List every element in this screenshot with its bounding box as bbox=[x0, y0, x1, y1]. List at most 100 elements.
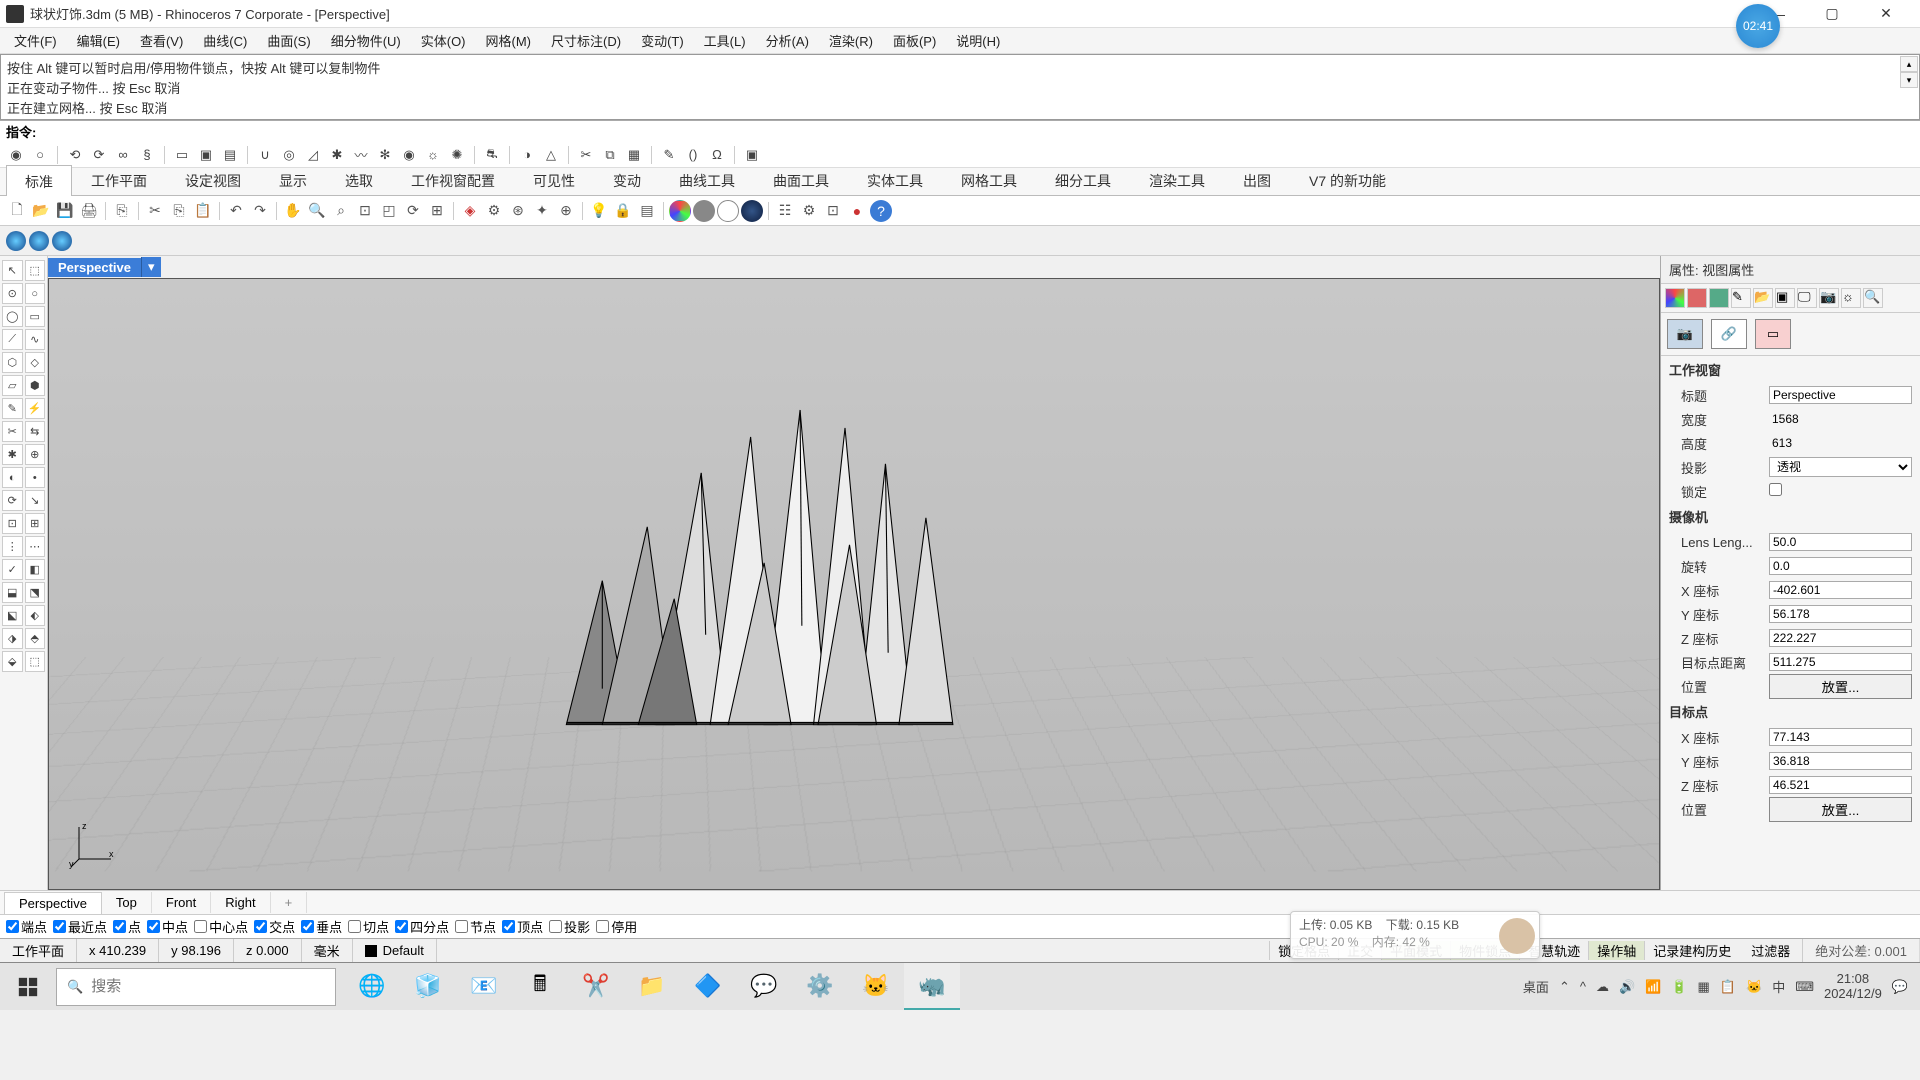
misc2-button[interactable]: ⊛ bbox=[507, 200, 529, 222]
lefttool-9[interactable]: ◇ bbox=[25, 352, 46, 373]
help-button[interactable]: ? bbox=[870, 200, 892, 222]
task-snip[interactable]: ✂️ bbox=[568, 963, 624, 1010]
lefttool-26[interactable]: ✓ bbox=[2, 559, 23, 580]
task-edge[interactable]: 🌐 bbox=[344, 963, 400, 1010]
import-button[interactable]: ⎘ bbox=[111, 200, 133, 222]
tray-cat-icon[interactable]: 🐱 bbox=[1746, 979, 1762, 995]
lefttool-34[interactable]: ⬙ bbox=[2, 651, 23, 672]
lefttool-19[interactable]: • bbox=[25, 467, 46, 488]
menu-实体(O)[interactable]: 实体(O) bbox=[411, 27, 476, 54]
prop-ic-material[interactable] bbox=[1665, 288, 1685, 308]
lefttool-35[interactable]: ⬚ bbox=[25, 651, 46, 672]
icon-camera-small[interactable]: ▣ bbox=[742, 145, 762, 165]
lefttool-32[interactable]: ⬗ bbox=[2, 628, 23, 649]
status-filter[interactable]: 过滤器 bbox=[1739, 939, 1803, 962]
lefttool-10[interactable]: ▱ bbox=[2, 375, 23, 396]
prop-ic-monitor[interactable]: 🖵 bbox=[1797, 288, 1817, 308]
task-calc[interactable]: 🖩 bbox=[512, 963, 568, 1010]
lefttool-20[interactable]: ⟳ bbox=[2, 490, 23, 511]
prop-input-位置[interactable]: 放置... bbox=[1769, 674, 1912, 699]
task-explorer[interactable]: 📁 bbox=[624, 963, 680, 1010]
lefttool-11[interactable]: ⬢ bbox=[25, 375, 46, 396]
lefttool-13[interactable]: ⚡ bbox=[25, 398, 46, 419]
lefttool-18[interactable]: ◐ bbox=[2, 467, 23, 488]
lefttool-31[interactable]: ⬖ bbox=[25, 605, 46, 626]
icon-car[interactable]: ⛐ bbox=[482, 145, 502, 165]
object-props-tab[interactable]: 🔗 bbox=[1711, 319, 1747, 349]
lefttool-1[interactable]: ⬚ bbox=[25, 260, 46, 281]
prop-input-投影[interactable]: 透视 bbox=[1769, 457, 1912, 477]
osnap-切点[interactable]: 切点 bbox=[348, 917, 389, 936]
print-button[interactable]: 🖨 bbox=[78, 200, 100, 222]
icon-cone[interactable]: △ bbox=[541, 145, 561, 165]
shade2-button[interactable] bbox=[693, 200, 715, 222]
prop-input-X 座标[interactable] bbox=[1769, 581, 1912, 599]
lefttool-17[interactable]: ⊕ bbox=[25, 444, 46, 465]
icon-circle[interactable]: ○ bbox=[30, 145, 50, 165]
props-button[interactable]: ☷ bbox=[774, 200, 796, 222]
cmdhist-scroll-up[interactable]: ▴ bbox=[1900, 56, 1918, 72]
lefttool-27[interactable]: ◧ bbox=[25, 559, 46, 580]
osnap-最近点[interactable]: 最近点 bbox=[53, 917, 107, 936]
rotate-view-button[interactable]: ⟳ bbox=[402, 200, 424, 222]
icon-loop2[interactable]: ⟳ bbox=[89, 145, 109, 165]
lefttool-7[interactable]: ∿ bbox=[25, 329, 46, 350]
layers-button[interactable]: ▤ bbox=[636, 200, 658, 222]
lefttool-16[interactable]: ✱ bbox=[2, 444, 23, 465]
task-steam[interactable]: ⚙️ bbox=[792, 963, 848, 1010]
icon-target[interactable]: ◉ bbox=[399, 145, 419, 165]
misc1-button[interactable]: ⚙ bbox=[483, 200, 505, 222]
lefttool-33[interactable]: ⬘ bbox=[25, 628, 46, 649]
prop-input-目标点距离[interactable] bbox=[1769, 653, 1912, 671]
tray-ime-icon[interactable]: 中 bbox=[1772, 977, 1785, 996]
status-units[interactable]: 毫米 bbox=[302, 939, 353, 962]
tray-app-icon[interactable]: ▦ bbox=[1698, 979, 1710, 995]
prop-input-锁定[interactable] bbox=[1769, 483, 1782, 496]
tray-battery-icon[interactable]: 🔋 bbox=[1671, 979, 1687, 995]
status-toggle-记录建构历史[interactable]: 记录建构历史 bbox=[1644, 941, 1739, 960]
open-button[interactable]: 📂 bbox=[30, 200, 52, 222]
icon-cut[interactable]: ✂ bbox=[576, 145, 596, 165]
menu-说明(H)[interactable]: 说明(H) bbox=[946, 27, 1010, 54]
prop-input-旋转[interactable] bbox=[1769, 557, 1912, 575]
zoom-win-button[interactable]: ◰ bbox=[378, 200, 400, 222]
menu-曲面(S)[interactable]: 曲面(S) bbox=[257, 27, 320, 54]
lefttool-3[interactable]: ○ bbox=[25, 283, 46, 304]
lefttool-25[interactable]: ⋯ bbox=[25, 536, 46, 557]
viewport-label[interactable]: Perspective bbox=[48, 258, 141, 277]
shade4-button[interactable] bbox=[741, 200, 763, 222]
icon-box1[interactable]: ▭ bbox=[172, 145, 192, 165]
vptab-Top[interactable]: Top bbox=[102, 892, 152, 913]
status-toggle-操作轴[interactable]: 操作轴 bbox=[1588, 941, 1644, 960]
tray-notifications-icon[interactable]: 💬 bbox=[1892, 979, 1908, 995]
icon-sun[interactable]: ☼ bbox=[423, 145, 443, 165]
icon-omega[interactable]: Ω bbox=[707, 145, 727, 165]
vptab-Right[interactable]: Right bbox=[211, 892, 270, 913]
task-mail[interactable]: 📧 bbox=[456, 963, 512, 1010]
lefttool-15[interactable]: ⇆ bbox=[25, 421, 46, 442]
icon-link[interactable]: ⧉ bbox=[600, 145, 620, 165]
close-button[interactable]: ✕ bbox=[1868, 2, 1904, 26]
lefttool-30[interactable]: ⬕ bbox=[2, 605, 23, 626]
tray-cloud-icon[interactable]: ☁ bbox=[1596, 979, 1609, 995]
tab-网格工具[interactable]: 网格工具 bbox=[942, 164, 1036, 195]
redo-button[interactable]: ↷ bbox=[249, 200, 271, 222]
tray-sound-icon[interactable]: 🔊 bbox=[1619, 979, 1635, 995]
osnap-中点[interactable]: 中点 bbox=[147, 917, 188, 936]
tray-chevron-icon[interactable]: ^ bbox=[1580, 979, 1586, 994]
tab-曲面工具[interactable]: 曲面工具 bbox=[754, 164, 848, 195]
icon-angle[interactable]: ◿ bbox=[303, 145, 323, 165]
vptab-Front[interactable]: Front bbox=[152, 892, 211, 913]
save-button[interactable]: 💾 bbox=[54, 200, 76, 222]
lefttool-2[interactable]: ⊙ bbox=[2, 283, 23, 304]
lefttool-5[interactable]: ▭ bbox=[25, 306, 46, 327]
viewport-perspective[interactable]: z x y bbox=[48, 278, 1660, 890]
icon-loop1[interactable]: ⟲ bbox=[65, 145, 85, 165]
display-shaded[interactable] bbox=[29, 231, 49, 251]
tab-选取[interactable]: 选取 bbox=[326, 164, 392, 195]
tray-clock[interactable]: 21:08 2024/12/9 bbox=[1824, 972, 1882, 1001]
maximize-button[interactable]: ▢ bbox=[1814, 2, 1850, 26]
osnap-中心点[interactable]: 中心点 bbox=[194, 917, 248, 936]
shade3-button[interactable] bbox=[717, 200, 739, 222]
lefttool-6[interactable]: ⟋ bbox=[2, 329, 23, 350]
